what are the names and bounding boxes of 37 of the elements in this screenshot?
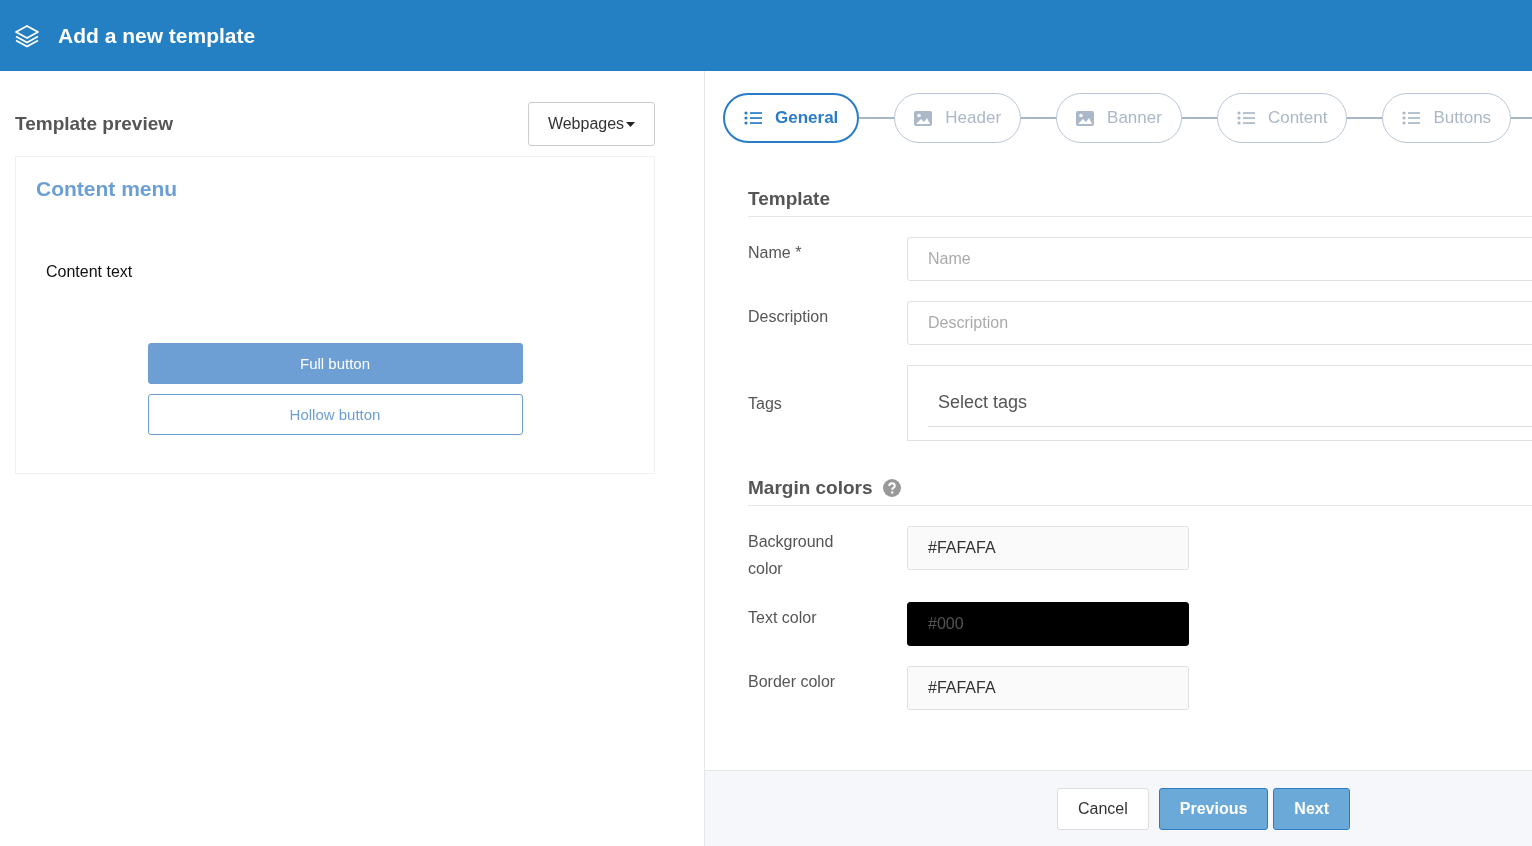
field-label: Description [748,307,830,327]
step-tab[interactable]: General [723,93,860,143]
page-title: Add a new template [58,23,256,48]
text-field[interactable]: Description [907,301,1532,345]
panel-title: Template preview [15,113,174,135]
help-icon [882,479,901,497]
section-title: Template [748,188,830,210]
section-title: Margin colors [748,477,873,499]
list-icon [1236,111,1255,125]
field-label: Tags [748,393,783,414]
field-label: Background color [748,532,835,579]
list-icon [744,111,762,125]
primary-button[interactable]: Previous [1158,787,1269,830]
color-field[interactable]: #FAFAFA [907,666,1189,710]
layers-icon [14,23,40,48]
step-tab[interactable]: Content [1216,93,1348,143]
hollow-button[interactable]: Hollow button [147,394,523,435]
step-tab[interactable]: Header [894,93,1022,143]
color-field[interactable]: #FAFAFA [907,526,1189,570]
content-text: Content text [46,263,134,281]
field-label: Border color [748,672,837,692]
tags-field[interactable]: Select tags [907,365,1532,441]
webpages-dropdown[interactable]: Webpages [528,102,655,146]
image-icon [914,110,933,126]
menu-title: Content menu [36,177,179,201]
primary-button[interactable]: Next [1273,787,1351,830]
step-tab[interactable]: Banner [1056,93,1182,143]
text-field[interactable]: Name [907,237,1532,281]
step-tab[interactable]: Buttons [1382,93,1512,143]
image-icon [1076,110,1095,126]
field-label: Name * [748,243,803,263]
color-field[interactable]: #000 [907,602,1189,646]
cancel-button[interactable]: Cancel [1056,787,1149,830]
full-button[interactable]: Full button [147,343,523,384]
list-icon [1402,111,1421,125]
field-label: Text color [748,608,818,628]
caret-icon [626,121,636,127]
